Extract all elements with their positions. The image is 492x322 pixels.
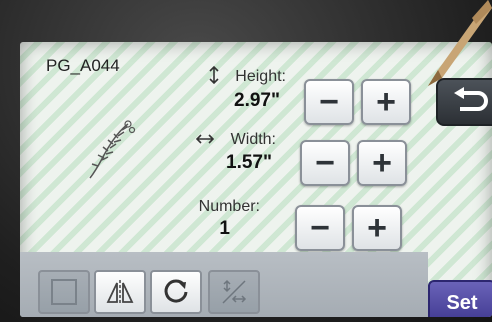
rotate-tool-button[interactable] [150, 270, 202, 314]
square-tool-button[interactable] [38, 270, 90, 314]
set-button[interactable]: Set [428, 280, 492, 317]
square-icon [51, 279, 77, 305]
number-plus-button[interactable]: + [352, 205, 402, 251]
width-value: 1.57" [226, 152, 272, 173]
right-action-column: Set [428, 42, 492, 317]
edit-panel: PG_A044 Height: 2.97" − + Width: 1.57" −… [20, 42, 428, 317]
aspect-lock-tool-button[interactable] [208, 270, 260, 314]
pattern-name: PG_A044 [46, 56, 120, 75]
number-label: Number: [198, 198, 260, 215]
rotate-icon [164, 279, 188, 303]
number-value: 1 [219, 218, 230, 239]
width-minus-button[interactable]: − [300, 140, 350, 186]
number-minus-button[interactable]: − [295, 205, 345, 251]
height-minus-button[interactable]: − [304, 79, 354, 125]
aspect-ratio-lock-icon [222, 279, 247, 304]
lcd-screen: PG_A044 Height: 2.97" − + Width: 1.57" −… [20, 42, 492, 317]
width-label: Width: [230, 131, 276, 148]
width-plus-button[interactable]: + [357, 140, 407, 186]
height-label: Height: [235, 68, 286, 85]
mirror-icon [106, 280, 134, 304]
return-arrow-icon [454, 87, 488, 111]
mirror-tool-button[interactable] [94, 270, 146, 314]
back-button[interactable] [436, 78, 492, 126]
pattern-preview [89, 120, 136, 179]
height-plus-button[interactable]: + [361, 79, 411, 125]
height-value: 2.97" [234, 90, 280, 111]
bottom-toolbar [20, 252, 428, 317]
